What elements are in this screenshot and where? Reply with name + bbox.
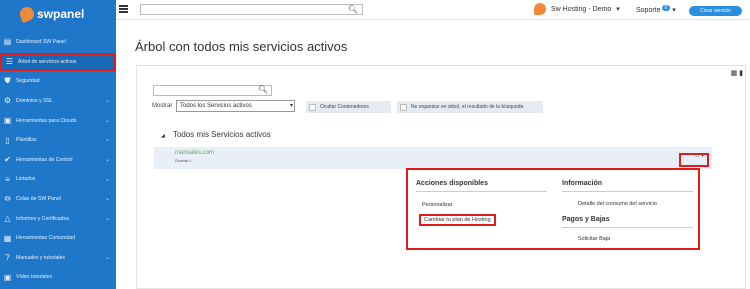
support-label: Soporte — [636, 7, 661, 14]
account-label: Sw Hosting - Demo — [551, 5, 612, 13]
global-search-input[interactable]: 🔍︎ — [140, 4, 363, 15]
chevron-down-icon: ⌄ — [104, 117, 110, 124]
show-label: Mostrar — [152, 103, 173, 109]
account-logo-icon — [534, 3, 546, 15]
page-title: Árbol con todos mis servicios activos — [135, 39, 348, 54]
service-actions-menu[interactable]: ... ▾ — [694, 152, 704, 159]
toolbox-icon: ▦ — [3, 233, 12, 243]
list-icon: ≡ — [5, 174, 10, 184]
search-icon[interactable]: 🔍︎ — [258, 85, 268, 94]
layers-icon: ⭖ — [4, 193, 11, 203]
sidebar-item-12[interactable]: ▣ Vídeo tutoriales — [0, 268, 116, 288]
sidebar-item-label: Árbol de servicios activos — [18, 58, 77, 65]
chevron-down-icon: ⌄ — [104, 98, 110, 105]
sidebar-item-1[interactable]: ☰ Árbol de servicios activos — [0, 52, 116, 71]
sidebar-nav: ▤ Dashboard SW Panel ☰ Árbol de servicios a… — [0, 32, 116, 287]
billing-header: Pagos y Bajas — [562, 216, 693, 228]
chevron-down-icon: ▾ — [616, 6, 620, 13]
chevron-down-icon: ⌄ — [104, 156, 110, 163]
tree-root-label: Todos mis Servicios activos — [172, 130, 271, 139]
chart-icon: △ — [4, 214, 11, 224]
app-window: swpanel ▤ Dashboard SW Panel ☰ Árbol de ser… — [0, 0, 750, 289]
view-toggle-icons[interactable]: ▦ ▮ — [731, 69, 743, 77]
sidebar-item-label: Manuales y tutoriales — [16, 254, 66, 261]
check-icon: ✔ — [4, 155, 11, 165]
checkbox[interactable] — [400, 103, 407, 111]
sidebar-item-label: Seguridad — [16, 78, 40, 85]
sidebar-item-label: Informes y Certificados — [16, 215, 70, 222]
sidebar-item-label: Dashboard SW Panel — [16, 38, 66, 45]
no-tree-label: No organizar en árbol, el resultado de l… — [411, 104, 524, 110]
brand-name: swpanel — [37, 7, 85, 21]
search-icon[interactable]: 🔍︎ — [348, 5, 358, 14]
action-change-plan[interactable]: Cambiar tu plan de Hosting — [419, 214, 496, 226]
support-menu[interactable]: Soporte 0 ▾ — [636, 5, 676, 14]
tree-icon: ☰ — [5, 57, 14, 67]
select-caret-icon: ▾ — [289, 103, 293, 109]
chevron-down-icon: ▾ — [672, 7, 676, 14]
document-icon: ▯ — [5, 135, 10, 145]
actions-column: Acciones disponibles Personalizar Cambia… — [416, 180, 547, 250]
sidebar-item-10[interactable]: ▦ Herramientas Comunidad — [0, 228, 116, 248]
swpanel-logo[interactable]: swpanel — [18, 5, 85, 23]
sidebar-item-11[interactable]: ? Manuales y tutoriales ⌄ — [0, 248, 116, 268]
chevron-down-icon: ⌄ — [104, 196, 110, 203]
account-switcher[interactable]: Sw Hosting - Demo ▾ — [534, 3, 620, 15]
service-actions-popup: Acciones disponibles Personalizar Cambia… — [406, 168, 700, 250]
request-cancellation-link[interactable]: Solicitar Baja — [562, 236, 693, 242]
chevron-down-icon: ▾ — [700, 153, 704, 159]
service-row[interactable]: manuales.com Grande L ... ▾ — [154, 147, 712, 169]
chevron-down-icon: ⌄ — [104, 254, 110, 261]
sidebar-item-label: Colas de SW Panel — [16, 195, 61, 202]
sidebar-item-label: Plantillas — [16, 137, 37, 144]
video-icon: ▣ — [3, 272, 12, 282]
sidebar-item-label: Herramientas para Clouds — [16, 117, 77, 124]
sidebar-item-5[interactable]: ▯ Plantillas ⌄ — [0, 130, 116, 150]
gear-icon: ⚙ — [3, 96, 12, 106]
briefcase-icon: ▣ — [3, 116, 12, 126]
action-personalizar[interactable]: Personalizar — [416, 202, 547, 208]
hide-containers-label: Ocultar Contenedores — [320, 104, 369, 110]
service-search-input[interactable]: 🔍︎ — [153, 85, 272, 96]
no-tree-toggle[interactable]: No organizar en árbol, el resultado de l… — [397, 101, 543, 113]
menu-toggle-icon[interactable] — [119, 5, 128, 13]
sidebar-item-label: Dominios y SSL — [16, 97, 53, 104]
service-plan: Grande L — [175, 158, 192, 163]
sidebar-item-4[interactable]: ▣ Herramientas para Clouds ⌄ — [0, 111, 116, 131]
collapse-triangle-icon[interactable]: ◢ — [161, 133, 165, 139]
service-domain-link[interactable]: manuales.com — [175, 150, 214, 156]
sidebar-item-3[interactable]: ⚙ Dominios y SSL ⌄ — [0, 91, 116, 111]
sidebar-item-label: Vídeo tutoriales — [16, 274, 53, 281]
consumption-detail-link[interactable]: Detalle del consumo del servicio — [562, 201, 693, 207]
service-filter-select[interactable]: Todos los Servicios activos ▾ — [176, 100, 295, 112]
sidebar-item-2[interactable]: ⛊ Seguridad — [0, 72, 116, 92]
support-badge: 0 — [661, 5, 671, 11]
sidebar-item-8[interactable]: ⭖ Colas de SW Panel ⌄ — [0, 189, 116, 209]
sidebar-item-9[interactable]: △ Informes y Certificados ⌄ — [0, 209, 116, 229]
chevron-down-icon: ⌄ — [104, 176, 110, 183]
info-column: Información Detalle del consumo del serv… — [562, 180, 693, 250]
sidebar-item-7[interactable]: ≡ Listados ⌄ — [0, 170, 116, 190]
actions-header: Acciones disponibles — [416, 180, 547, 192]
sidebar-item-6[interactable]: ✔ Herramientas de Control ⌄ — [0, 150, 116, 170]
hide-containers-toggle[interactable]: Ocultar Contenedores — [306, 101, 391, 113]
chevron-down-icon: ⌄ — [104, 137, 110, 144]
chevron-down-icon: ⌄ — [104, 215, 110, 222]
ellipsis-icon: ... — [694, 153, 700, 159]
create-service-button[interactable]: Crear servicio — [689, 6, 742, 16]
checkbox[interactable] — [309, 103, 316, 111]
info-header: Información — [562, 180, 693, 192]
sidebar-item-0[interactable]: ▤ Dashboard SW Panel — [0, 32, 116, 52]
topbar: 🔍︎ Sw Hosting - Demo ▾ Soporte 0 ▾ Crear … — [116, 0, 750, 20]
select-value: Todos los Servicios activos — [180, 103, 252, 109]
dashboard-icon: ▤ — [3, 37, 12, 47]
sidebar-item-label: Herramientas de Control — [16, 156, 73, 163]
sidebar-item-label: Listados — [16, 176, 36, 183]
tree-root[interactable]: ◢ Todos mis Servicios activos — [161, 130, 271, 139]
flame-logo-icon — [18, 5, 36, 23]
sidebar-item-label: Herramientas Comunidad — [16, 235, 76, 242]
help-icon: ? — [5, 253, 10, 263]
shield-icon: ⛊ — [4, 76, 11, 86]
sidebar: swpanel ▤ Dashboard SW Panel ☰ Árbol de ser… — [0, 0, 116, 289]
